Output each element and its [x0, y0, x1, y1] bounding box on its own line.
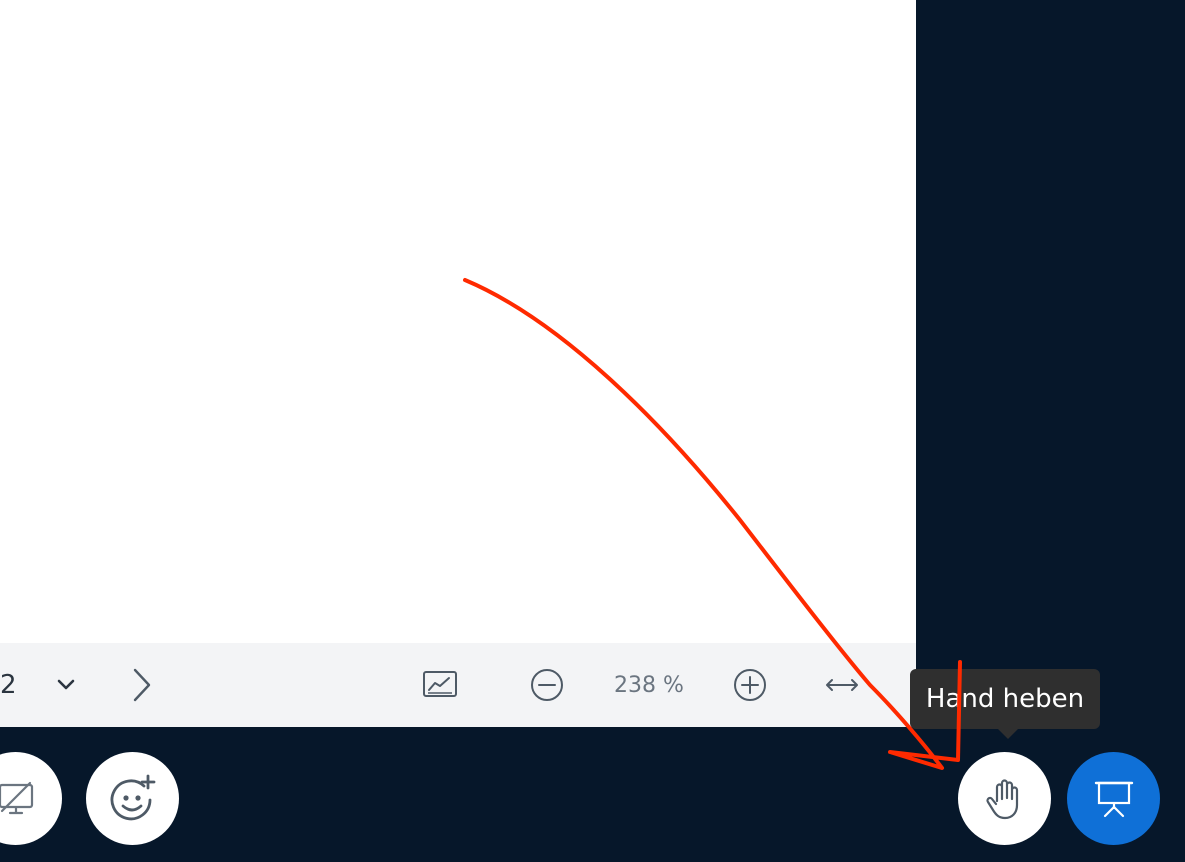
- zoom-level: 238 %: [614, 672, 684, 698]
- emoji-add-icon: [110, 774, 155, 820]
- presentation-button[interactable]: [1067, 752, 1160, 845]
- page-select-chevron[interactable]: [52, 643, 80, 727]
- page-number[interactable]: 2: [0, 643, 18, 727]
- presentation-icon: [1094, 781, 1133, 817]
- raise-hand-tooltip: Hand heben: [910, 669, 1100, 739]
- zoom-out-button[interactable]: [527, 643, 567, 727]
- screen-share-button[interactable]: [0, 752, 62, 845]
- screen-share-off-icon: [0, 781, 33, 814]
- whiteboard-icon: [423, 671, 457, 697]
- fit-to-width-button[interactable]: [820, 643, 864, 727]
- whiteboard-button[interactable]: [418, 643, 462, 727]
- raise-hand-icon: [985, 778, 1018, 819]
- chevron-right-icon: [133, 668, 151, 702]
- next-slide-button[interactable]: [126, 643, 158, 727]
- zoom-in-button[interactable]: [729, 643, 771, 727]
- fit-width-icon: [826, 679, 858, 691]
- zoom-out-icon: [531, 669, 563, 701]
- emoji-reaction-button[interactable]: [86, 752, 179, 845]
- chevron-down-icon: [57, 679, 75, 690]
- raise-hand-button[interactable]: [958, 752, 1051, 845]
- presentation-slide: [0, 0, 916, 643]
- presentation-toolbar: 2 238 %: [0, 643, 916, 727]
- zoom-in-icon: [734, 669, 766, 701]
